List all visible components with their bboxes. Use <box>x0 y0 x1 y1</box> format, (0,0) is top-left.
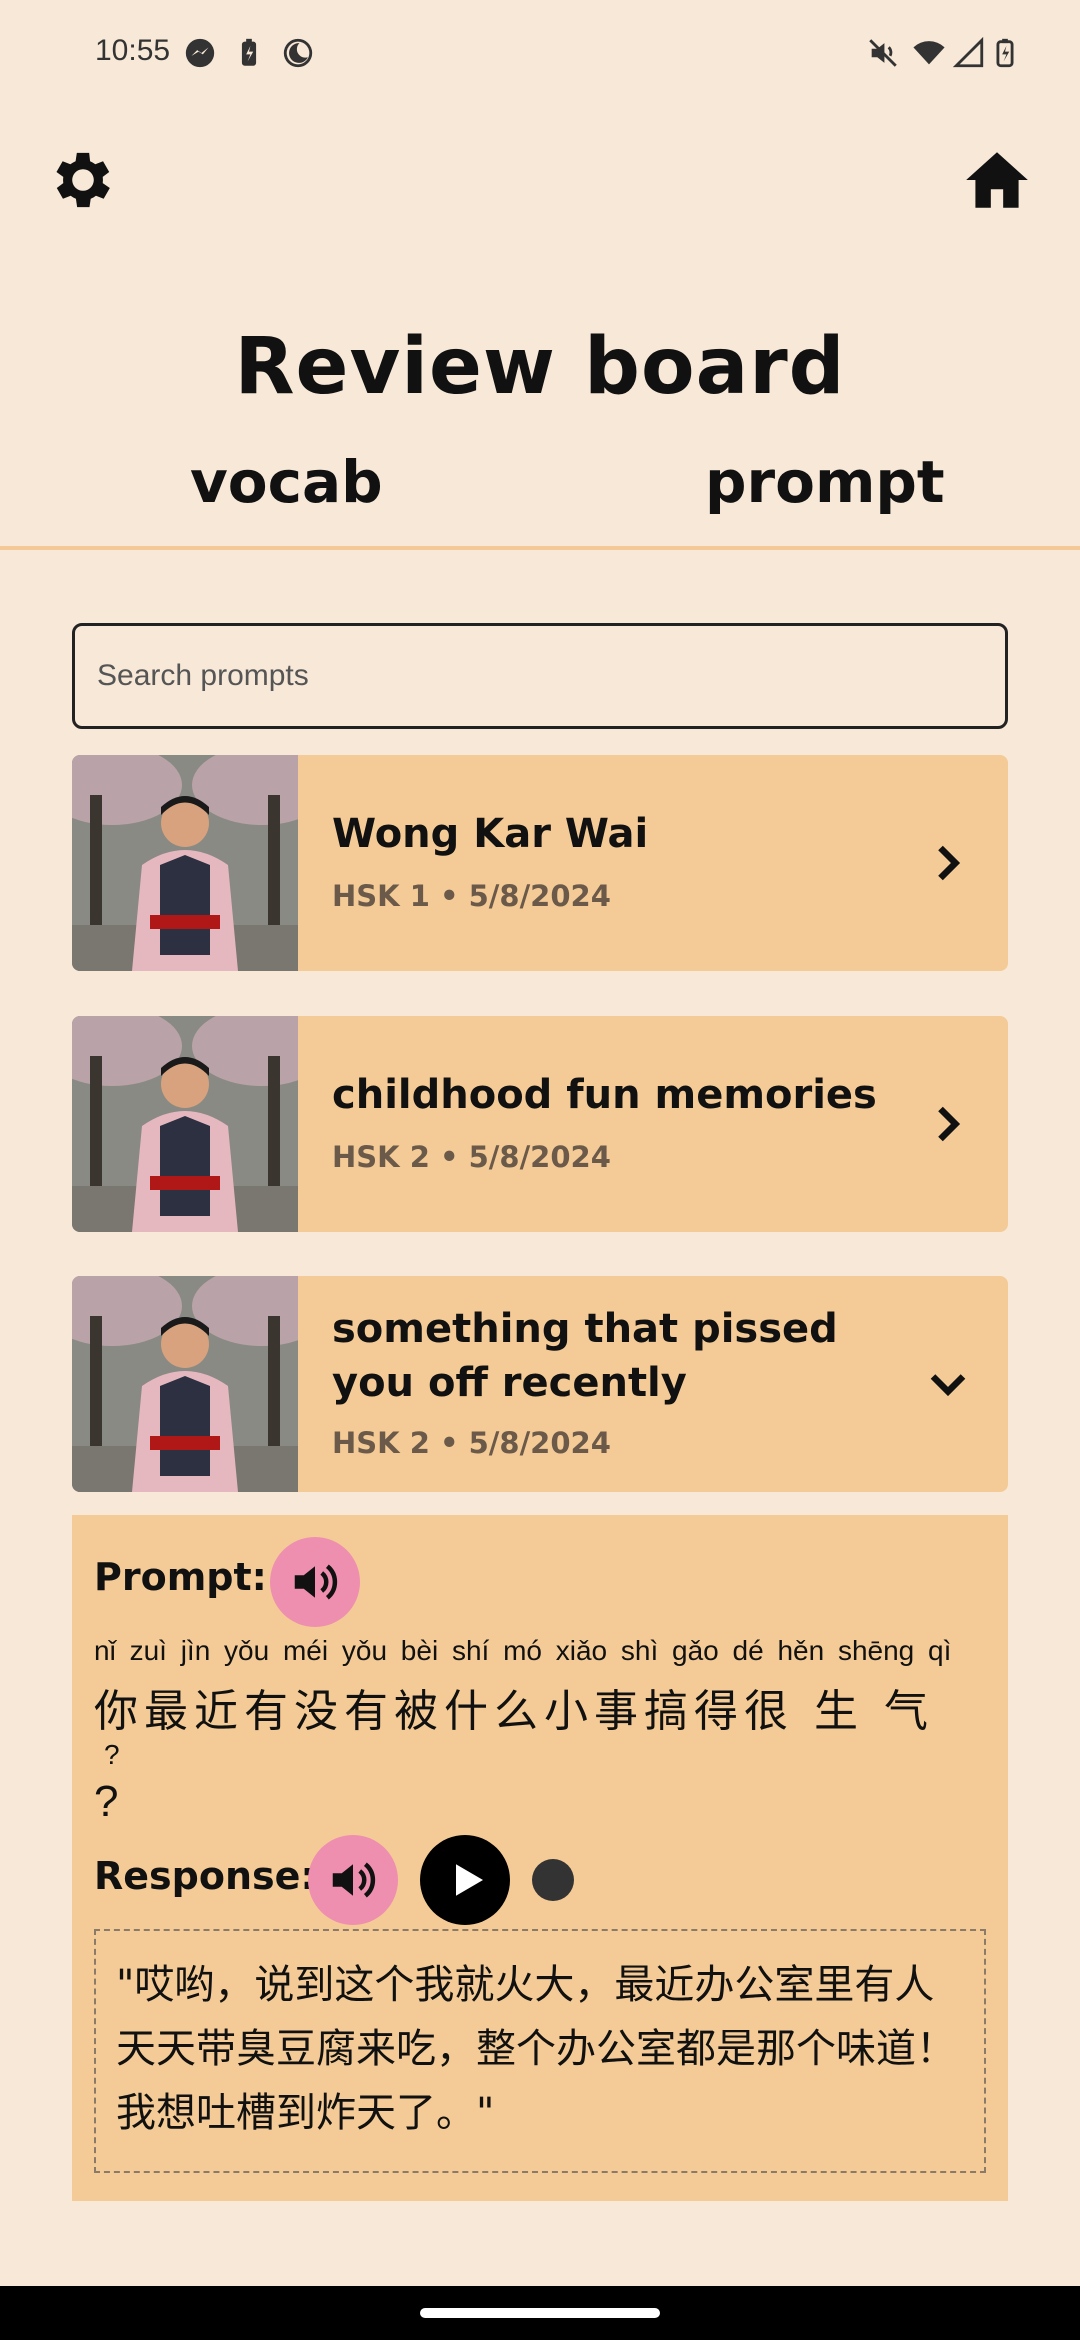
response-text: "哎哟，说到这个我就火大，最近办公室里有人天天带臭豆腐来吃，整个办公室都是那个味… <box>94 1929 986 2173</box>
prompt-meta: HSK 2 • 5/8/2024 <box>332 1426 611 1460</box>
tab-divider <box>0 546 1080 550</box>
search-box[interactable] <box>72 623 1008 729</box>
tab-vocab[interactable]: vocab <box>190 448 383 516</box>
search-input[interactable] <box>75 658 1005 694</box>
gear-icon <box>56 152 110 208</box>
chevron-right-icon[interactable] <box>918 833 978 893</box>
prompt-thumbnail <box>72 1276 298 1492</box>
speaker-icon <box>294 1564 338 1600</box>
prompt-detail-panel: Prompt: nǐ zuì jìn yǒu méi yǒu bèi shí m… <box>72 1515 1008 2201</box>
signal-icon <box>952 36 986 70</box>
speaker-icon <box>332 1862 376 1898</box>
pinyin-question-mark: ? <box>104 1739 120 1770</box>
tab-prompt[interactable]: prompt <box>705 448 945 516</box>
status-bar: 10:55 <box>0 0 1080 110</box>
mute-icon <box>866 36 900 70</box>
messenger-icon <box>183 36 217 70</box>
prompt-meta: HSK 1 • 5/8/2024 <box>332 879 611 913</box>
page-title: Review board <box>234 322 846 412</box>
play-prompt-audio-button[interactable] <box>270 1537 360 1627</box>
chevron-right-icon[interactable] <box>918 1094 978 1154</box>
play-icon <box>456 1864 483 1896</box>
prompt-label: Prompt: <box>94 1555 267 1599</box>
prompt-card[interactable]: Wong Kar Wai HSK 1 • 5/8/2024 <box>72 755 1008 971</box>
play-response-audio-button[interactable] <box>308 1835 398 1925</box>
wifi-icon <box>912 36 946 70</box>
chevron-down-icon[interactable] <box>918 1354 978 1414</box>
prompt-title: something that pissed you off recently <box>332 1306 838 1406</box>
battery-icon <box>988 36 1022 70</box>
pinyin-text: nǐ zuì jìn yǒu méi yǒu bèi shí mó xiǎo s… <box>94 1635 952 1666</box>
status-time: 10:55 <box>95 34 171 67</box>
home-button[interactable] <box>952 135 1042 225</box>
record-indicator[interactable] <box>532 1859 574 1901</box>
prompt-thumbnail <box>72 1016 298 1232</box>
night-mode-icon <box>281 36 315 70</box>
response-label: Response: <box>94 1854 316 1898</box>
prompt-card[interactable]: childhood fun memories HSK 2 • 5/8/2024 <box>72 1016 1008 1232</box>
hanzi-question-mark: ? <box>94 1777 119 1826</box>
prompt-meta: HSK 2 • 5/8/2024 <box>332 1140 611 1174</box>
prompt-thumbnail <box>72 755 298 971</box>
settings-button[interactable] <box>38 135 128 225</box>
hanzi-text: 你最近有没有被什么小事搞得很 生 气 <box>94 1686 934 1737</box>
home-icon <box>966 152 1028 208</box>
system-nav-bar <box>0 2286 1080 2340</box>
prompt-card[interactable]: something that pissed you off recently H… <box>72 1276 1008 1492</box>
home-gesture-handle[interactable] <box>420 2308 660 2318</box>
prompt-title: childhood fun memories <box>332 1072 877 1118</box>
tab-bar: vocab prompt <box>0 448 1080 548</box>
play-recording-button[interactable] <box>420 1835 510 1925</box>
battery-saver-icon <box>232 36 266 70</box>
prompt-title: Wong Kar Wai <box>332 811 649 857</box>
